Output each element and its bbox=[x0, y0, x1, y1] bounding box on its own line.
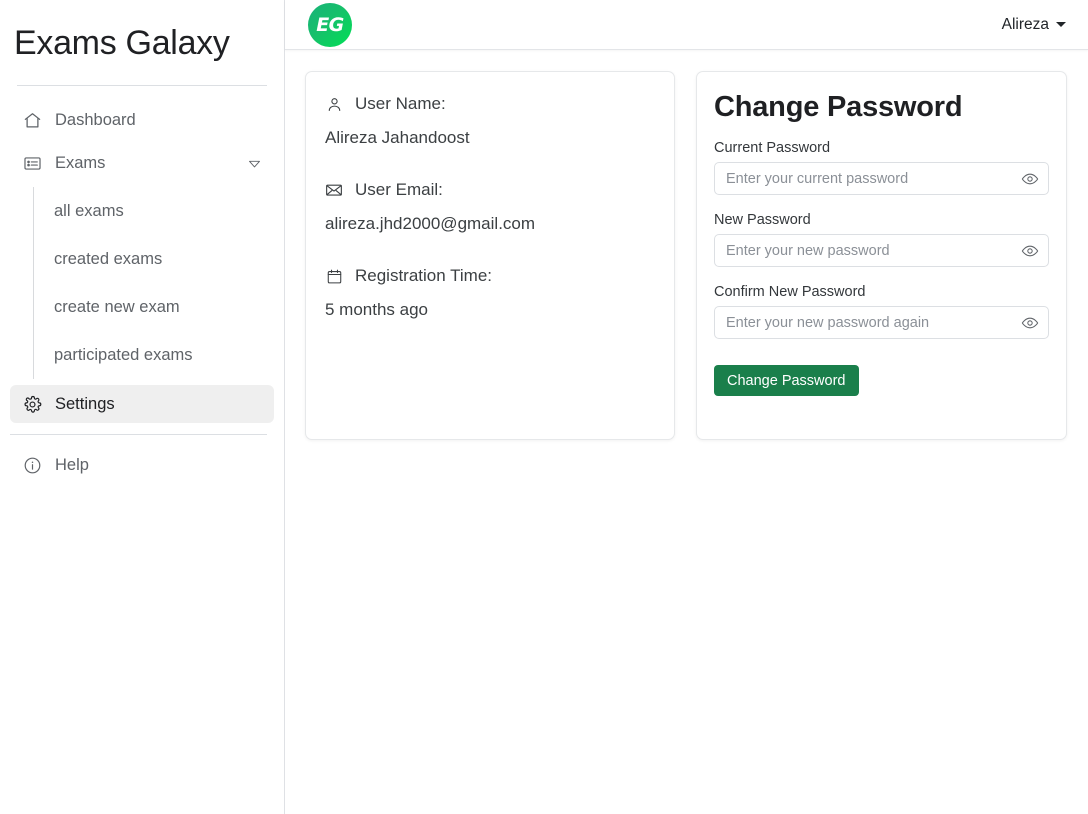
new-password-field-wrap bbox=[714, 234, 1049, 267]
eye-icon-current-password[interactable] bbox=[1020, 169, 1040, 189]
sidebar-item-dashboard[interactable]: Dashboard bbox=[10, 101, 274, 139]
brand: Exams Galaxy bbox=[0, 0, 284, 85]
calendar-icon bbox=[324, 266, 344, 286]
brand-logo-icon[interactable]: EG bbox=[308, 2, 352, 47]
sidebar-item-all-exams[interactable]: all exams bbox=[34, 187, 284, 235]
user-name-label: User Name: bbox=[355, 94, 446, 113]
user-email-label-row: User Email: bbox=[324, 180, 656, 200]
sidebar-item-help[interactable]: Help bbox=[10, 446, 274, 484]
home-icon bbox=[22, 110, 42, 130]
person-icon bbox=[324, 94, 344, 114]
sidebar-item-exams[interactable]: Exams bbox=[10, 144, 274, 182]
sidebar-nav: Dashboard Exams all exams created exams … bbox=[0, 86, 284, 484]
envelope-icon bbox=[324, 180, 344, 200]
confirm-new-password-field-wrap bbox=[714, 306, 1049, 339]
sidebar-item-created-exams[interactable]: created exams bbox=[34, 235, 284, 283]
sidebar-item-label-settings: Settings bbox=[55, 394, 115, 413]
current-password-label: Current Password bbox=[714, 140, 831, 156]
sidebar-item-create-new-exam[interactable]: create new exam bbox=[34, 283, 284, 331]
gear-icon bbox=[22, 394, 42, 414]
sidebar-item-label-exams: Exams bbox=[55, 153, 106, 172]
sidebar-submenu-exams: all exams created exams create new exam … bbox=[33, 187, 284, 379]
confirm-new-password-input[interactable] bbox=[714, 306, 1049, 339]
sidebar-item-label-help: Help bbox=[55, 455, 89, 474]
new-password-label: New Password bbox=[714, 212, 811, 228]
info-icon bbox=[22, 455, 42, 475]
eye-icon-new-password[interactable] bbox=[1020, 241, 1040, 261]
sidebar-item-label-dashboard: Dashboard bbox=[55, 110, 136, 129]
eye-icon-confirm-new-password[interactable] bbox=[1020, 313, 1040, 333]
registration-time-label: Registration Time: bbox=[355, 266, 492, 285]
confirm-new-password-label: Confirm New Password bbox=[714, 284, 866, 300]
caret-down-icon bbox=[1056, 22, 1066, 27]
current-password-field-wrap bbox=[714, 162, 1049, 195]
registration-time-label-row: Registration Time: bbox=[324, 266, 656, 286]
brand-title: Exams Galaxy bbox=[14, 23, 230, 62]
user-email-label: User Email: bbox=[355, 180, 443, 199]
current-password-input[interactable] bbox=[714, 162, 1049, 195]
user-email-value: alireza.jhd2000@gmail.com bbox=[325, 214, 536, 233]
change-password-card: Change Password Current Password New Pas… bbox=[696, 71, 1067, 440]
user-name-value: Alireza Jahandoost bbox=[325, 128, 470, 147]
main-area: EG Alireza User Name: Alireza Jahandoost… bbox=[285, 0, 1088, 814]
registration-time-value: 5 months ago bbox=[325, 300, 429, 319]
user-name-label-row: User Name: bbox=[324, 94, 656, 114]
sidebar-bottom-divider bbox=[10, 434, 267, 435]
change-password-title: Change Password bbox=[714, 91, 963, 123]
list-icon bbox=[22, 153, 42, 173]
topbar: EG Alireza bbox=[285, 0, 1088, 50]
change-password-submit-button[interactable]: Change Password bbox=[714, 365, 859, 396]
sidebar-item-participated-exams[interactable]: participated exams bbox=[34, 331, 284, 379]
brand-logo-text: EG bbox=[316, 13, 344, 36]
chevron-down-icon[interactable] bbox=[246, 155, 262, 171]
user-menu-dropdown[interactable]: Alireza bbox=[1000, 12, 1068, 38]
sidebar-item-settings[interactable]: Settings bbox=[10, 385, 274, 423]
user-info-card: User Name: Alireza Jahandoost User Email… bbox=[305, 71, 675, 440]
app-root: Exams Galaxy Dashboard Exams all exams c… bbox=[0, 0, 1088, 814]
content-area: User Name: Alireza Jahandoost User Email… bbox=[285, 50, 1088, 814]
new-password-input[interactable] bbox=[714, 234, 1049, 267]
user-menu-label: Alireza bbox=[1001, 15, 1049, 33]
sidebar: Exams Galaxy Dashboard Exams all exams c… bbox=[0, 0, 285, 814]
